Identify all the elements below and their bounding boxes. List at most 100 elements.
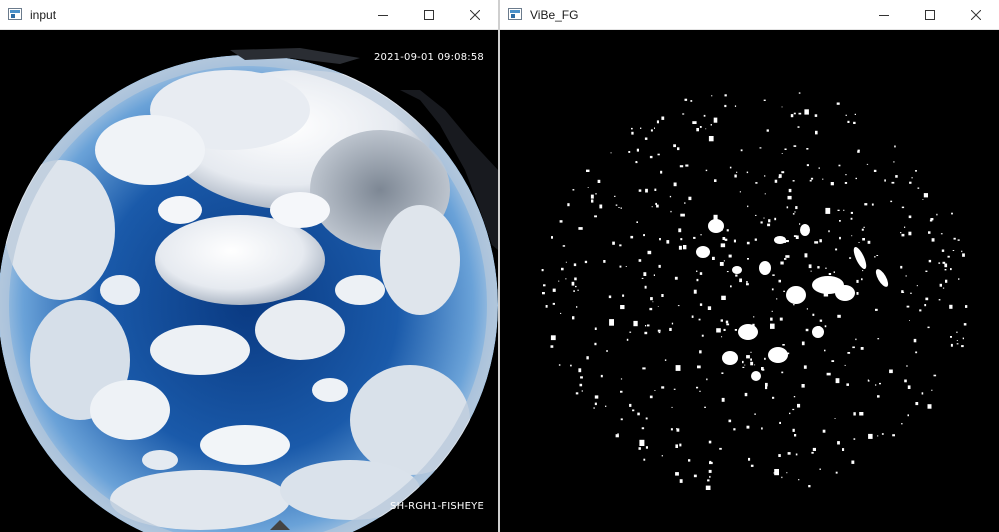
foreground-speckle [907,414,909,417]
foreground-speckle [750,464,754,467]
foreground-speckle [720,243,726,248]
foreground-speckle [728,419,732,423]
foreground-speckle [753,316,755,318]
minimize-button[interactable] [360,0,406,29]
foreground-speckle [708,469,712,473]
foreground-speckle [654,188,657,191]
foreground-speckle [845,174,847,176]
foreground-speckle [789,412,791,415]
foreground-speckle [671,322,674,325]
foreground-speckle [819,319,823,322]
foreground-speckle [688,196,692,201]
foreground-speckle [647,250,652,255]
foreground-speckle [786,472,788,474]
foreground-speckle [652,301,654,303]
foreground-speckle [808,485,811,488]
foreground-speckle [701,334,704,337]
foreground-speckle [693,236,696,239]
foreground-speckle [892,434,895,437]
foreground-speckle [572,316,575,320]
foreground-speckle [942,261,946,264]
input-titlebar[interactable]: input [0,0,498,30]
foreground-speckle [669,327,672,331]
foreground-speckle [692,121,697,124]
foreground-speckle [615,434,619,438]
foreground-speckle [560,312,562,314]
maximize-button[interactable] [406,0,452,29]
foreground-speckle [917,187,920,189]
foreground-speckle [552,302,555,305]
foreground-speckle [860,347,864,350]
close-button[interactable] [452,0,498,29]
foreground-speckle [658,331,661,334]
foreground-speckle [654,390,656,391]
foreground-speckle [673,182,677,187]
foreground-speckle [765,386,768,390]
foreground-speckle [580,376,583,379]
foreground-speckle [572,189,575,191]
foreground-speckle [913,338,917,343]
foreground-speckle [891,181,895,184]
foreground-speckle [847,352,851,354]
foreground-speckle [617,433,619,435]
foreground-speckle [922,199,924,200]
foreground-speckle [856,292,859,295]
vibe-fg-titlebar[interactable]: ViBe_FG [500,0,999,30]
foreground-speckle [808,264,812,269]
foreground-speckle [904,379,907,383]
foreground-speckle [594,395,599,399]
foreground-speckle [764,175,766,177]
foreground-speckle [693,289,697,294]
minimize-button[interactable] [861,0,907,29]
maximize-button[interactable] [907,0,953,29]
close-icon [971,9,981,20]
foreground-speckle [699,272,703,275]
foreground-speckle [691,315,694,318]
vibe-fg-window[interactable]: ViBe_FG [500,0,999,532]
foreground-speckle [962,253,965,257]
input-window[interactable]: input 2021-09-01 09:08:58 SH-RGH1-FISHEY… [0,0,498,532]
foreground-speckle [850,217,853,220]
maximize-icon [925,9,935,20]
foreground-speckle [620,390,623,393]
foreground-speckle [928,231,931,234]
foreground-speckle [719,262,724,266]
foreground-speckle [825,267,827,269]
foreground-speckle [754,413,756,415]
foreground-speckle [674,276,678,280]
foreground-speckle [721,372,724,374]
foreground-speckle [706,378,708,381]
foreground-speckle [936,213,938,216]
foreground-speckle [814,114,818,117]
foreground-speckle [867,379,869,381]
foreground-speckle [551,236,553,239]
foreground-speckle [766,129,769,132]
foreground-speckle [942,287,945,289]
foreground-speckle [620,418,623,421]
foreground-speckle [784,148,787,150]
close-button[interactable] [953,0,999,29]
minimize-icon [879,14,889,16]
foreground-speckle [661,386,665,389]
foreground-speckle [682,113,685,115]
foreground-speckle [590,194,594,199]
foreground-speckle [653,274,655,276]
foreground-speckle [858,242,860,243]
foreground-speckle [915,402,919,406]
foreground-speckle [657,329,661,332]
foreground-speckle [941,249,945,252]
foreground-speckle [900,232,902,234]
foreground-speckle [963,323,967,326]
foreground-speckle [685,164,689,167]
foreground-speckle [649,395,653,399]
foreground-speckle [790,114,794,118]
foreground-speckle [836,102,840,105]
foreground-speckle [746,241,750,245]
foreground-speckle [953,237,956,240]
foreground-speckle [792,408,795,411]
foreground-speckle [831,360,835,362]
foreground-speckle [894,145,896,148]
foreground-speckle [793,145,797,147]
foreground-speckle [779,421,781,424]
foreground-speckle [764,193,766,195]
